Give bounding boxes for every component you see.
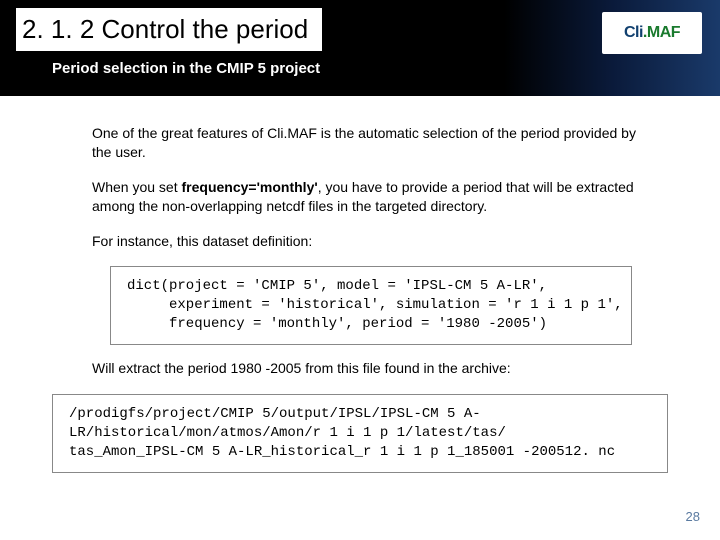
slide-subtitle: Period selection in the CMIP 5 project (52, 60, 320, 77)
paragraph-extract: Will extract the period 1980 -2005 from … (92, 359, 650, 378)
paragraph-intro: One of the great features of Cli.MAF is … (92, 124, 650, 162)
code-path: /prodigfs/project/CMIP 5/output/IPSL/IPS… (52, 394, 668, 473)
slide-title: 2. 1. 2 Control the period (22, 14, 308, 45)
para2-bold: frequency='monthly' (182, 179, 318, 195)
para2-a: When you set (92, 179, 182, 195)
title-box: 2. 1. 2 Control the period (16, 8, 322, 51)
page-number: 28 (686, 509, 700, 524)
code-dict: dict(project = 'CMIP 5', model = 'IPSL-C… (110, 266, 632, 345)
paragraph-frequency: When you set frequency='monthly', you ha… (92, 178, 650, 216)
logo-part2: MAF (647, 24, 680, 42)
logo-part1: Cli (624, 24, 643, 42)
header-band: 2. 1. 2 Control the period Period select… (0, 0, 720, 96)
slide-body: One of the great features of Cli.MAF is … (0, 96, 720, 473)
paragraph-example-intro: For instance, this dataset definition: (92, 232, 650, 251)
climaf-logo: Cli.MAF (602, 12, 702, 54)
